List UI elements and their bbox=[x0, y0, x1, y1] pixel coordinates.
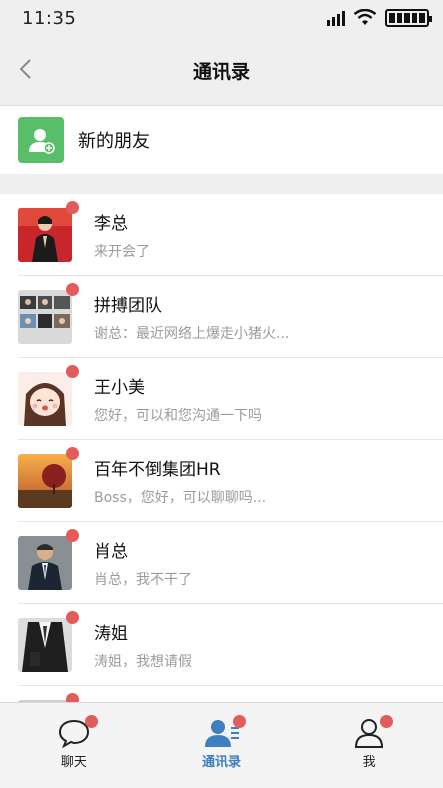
contact-row[interactable]: 涛姐 涛姐，我想请假 bbox=[0, 604, 443, 686]
anime-girl-avatar-icon bbox=[18, 372, 72, 426]
tab-me[interactable]: 我 bbox=[295, 703, 443, 788]
contact-row[interactable]: 拼搏团队 谢总：最近网络上爆走小猪火... bbox=[0, 276, 443, 358]
battery-icon bbox=[385, 9, 432, 27]
suit-torso-avatar-icon bbox=[18, 618, 72, 672]
contact-last-message: 谢总：最近网络上爆走小猪火... bbox=[94, 326, 290, 342]
tab-badge-dot bbox=[232, 715, 246, 728]
avatar-woman-red-icon bbox=[18, 208, 72, 262]
status-bar: 11:35 bbox=[0, 0, 443, 36]
contact-name: 王小美 bbox=[94, 378, 145, 398]
new-friends-label: 新的朋友 bbox=[78, 131, 150, 152]
add-friend-icon bbox=[18, 117, 64, 163]
tab-bar: 聊天 通讯录 我 bbox=[0, 702, 443, 788]
contact-last-message: 您好，可以和您沟通一下吗 bbox=[94, 408, 262, 424]
page-title: 通讯录 bbox=[192, 61, 250, 83]
contact-row[interactable]: 李总 来开会了 bbox=[0, 194, 443, 276]
back-button[interactable] bbox=[10, 54, 40, 84]
avatar bbox=[18, 365, 79, 426]
man-suit-avatar-icon bbox=[18, 536, 72, 590]
unread-dot bbox=[66, 447, 79, 460]
avatar bbox=[18, 529, 79, 590]
contact-row[interactable]: 百年不倒集团HR Boss，您好，可以聊聊吗... bbox=[0, 440, 443, 522]
avatar bbox=[18, 283, 79, 344]
tab-label: 我 bbox=[362, 755, 376, 770]
tab-badge-dot bbox=[380, 715, 394, 728]
new-friends-entry[interactable]: 新的朋友 bbox=[0, 106, 443, 174]
unread-dot bbox=[66, 283, 79, 296]
avatar bbox=[18, 611, 79, 672]
chevron-left-icon bbox=[19, 59, 31, 79]
status-time: 11:35 bbox=[22, 7, 77, 29]
unread-dot bbox=[66, 693, 79, 702]
signal-icon bbox=[327, 10, 345, 26]
section-divider bbox=[0, 174, 443, 194]
unread-dot bbox=[66, 529, 79, 542]
tab-badge-dot bbox=[84, 715, 98, 728]
contact-row[interactable]: 王小美 您好，可以和您沟通一下吗 bbox=[0, 358, 443, 440]
contact-last-message: 涛姐，我想请假 bbox=[94, 654, 192, 670]
tab-label: 聊天 bbox=[60, 755, 87, 770]
tab-contacts[interactable]: 通讯录 bbox=[148, 703, 296, 788]
status-icons bbox=[327, 9, 432, 27]
nav-bar: 通讯录 bbox=[0, 36, 443, 106]
contact-last-message: Boss，您好，可以聊聊吗... bbox=[94, 490, 267, 506]
avatar bbox=[18, 447, 79, 508]
contact-name: 涛姐 bbox=[94, 624, 128, 644]
contact-name: 李总 bbox=[94, 214, 128, 234]
contact-last-message: 肖总，我不干了 bbox=[94, 572, 192, 588]
contact-last-message: 来开会了 bbox=[94, 244, 150, 260]
wifi-icon bbox=[353, 9, 377, 25]
unread-dot bbox=[66, 611, 79, 624]
contact-name: 肖总 bbox=[94, 542, 128, 562]
contact-row-partial[interactable] bbox=[0, 686, 443, 702]
avatar bbox=[18, 201, 79, 262]
contact-name: 拼搏团队 bbox=[94, 296, 162, 316]
contact-name: 百年不倒集团HR bbox=[94, 460, 221, 480]
sunset-tree-avatar-icon bbox=[18, 454, 72, 508]
tab-label: 通讯录 bbox=[202, 755, 242, 770]
contact-list[interactable]: 李总 来开会了 拼搏团队 谢总：最近网络上爆走小猪火... 王小美 您好，可以和… bbox=[0, 194, 443, 702]
tab-chats[interactable]: 聊天 bbox=[0, 703, 148, 788]
group-avatar-icon bbox=[18, 290, 72, 344]
unread-dot bbox=[66, 365, 79, 378]
contact-row[interactable]: 肖总 肖总，我不干了 bbox=[0, 522, 443, 604]
contacts-screen: 11:35 通讯录 新的朋友 李总 来开会了 拼搏团队 谢总：最近网络上爆走小猪… bbox=[0, 0, 443, 788]
unread-dot bbox=[66, 201, 79, 214]
